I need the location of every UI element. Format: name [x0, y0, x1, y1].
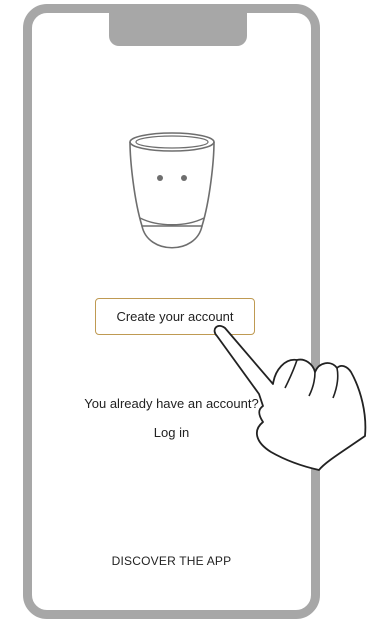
phone-notch: [109, 12, 247, 46]
discover-app-link[interactable]: DISCOVER THE APP: [32, 554, 311, 568]
phone-frame: Create your account You already have an …: [23, 4, 320, 619]
pointing-hand-icon: [213, 324, 367, 471]
smart-device-icon: [129, 132, 215, 249]
